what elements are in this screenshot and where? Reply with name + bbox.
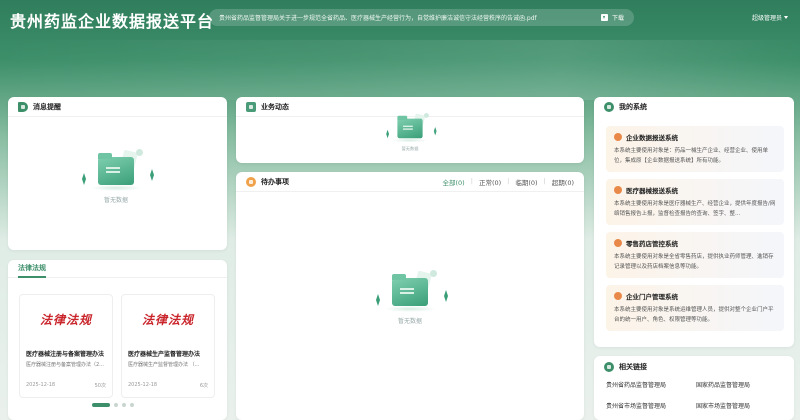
law-card[interactable]: 法律法规 医疗器械注册与备案管理办法 医疗器械注册与备案管理办法（2... 20… [19,294,113,398]
empty-text: 暂无数据 [401,146,419,152]
todo-title: 待办事项 [261,177,289,186]
system-desc: 本系统主要使用对象是医疗器械生产、经营企业，提供年度报告/网络销售报告上报，监督… [614,201,776,217]
messages-header: 消息提醒 [8,97,227,117]
user-menu[interactable]: 超级管理员 [752,13,789,22]
law-title: 医疗器械注册与备案管理办法 [26,351,105,358]
carousel-dot[interactable] [114,403,118,407]
link-gz-mpa[interactable]: 贵州省药品监督管理局 [606,380,696,389]
messages-panel: 消息提醒 暂无数据 [8,97,227,250]
law-banner: 法律法规 [141,312,194,327]
system-icon [614,186,622,194]
carousel-dot[interactable] [130,403,134,407]
notice-text[interactable]: 贵州省药品监督管理局关于进一步规范全省药品、医疗器械生产经营行为，自觉维护廉洁诚… [219,13,595,22]
law-date: 2025-12-18 [26,382,56,388]
law-views: 50次 [94,383,106,389]
filter-normal[interactable]: 正常(0) [479,177,501,187]
grid-icon [604,102,614,112]
empty-folder-icon [382,113,438,144]
filter-near-due[interactable]: 临期(0) [515,177,537,187]
empty-text: 暂无数据 [397,318,422,325]
header-decoration [0,40,800,100]
filter-overdue[interactable]: 超期(0) [552,177,574,187]
system-title: 企业数据报送系统 [614,132,776,142]
systems-header: 我的系统 [594,97,794,117]
tab-laws[interactable]: 法律法规 [18,260,46,278]
briefcase-icon [246,101,256,112]
messages-title: 消息提醒 [33,102,61,111]
law-subtitle: 医疗器械生产监督管理办法 （... [128,362,200,368]
laws-tabs: 法律法规 [8,260,227,278]
system-desc: 本系统主要使用对象是系统运维管理人员，提供对整个企业门户平台的统一用户、角色、权… [614,307,774,323]
top-bar: 贵州药监企业数据报送平台 贵州省药品监督管理局关于进一步规范全省药品、医疗器械生… [0,0,800,36]
link-nmpa[interactable]: 国家药品监督管理局 [696,380,786,389]
empty-text: 暂无数据 [103,197,128,204]
filter-all[interactable]: 全部(0) [443,177,465,187]
law-card[interactable]: 法律法规 医疗器械生产监督管理办法 医疗器械生产监督管理办法 （... 2025… [121,294,215,398]
system-desc: 本系统主要使用对象是：药品一械生产企业、经营企业、使用单位，集成原【企业数据报送… [614,148,769,164]
law-views: 6次 [199,383,208,389]
related-title: 相关链接 [619,363,647,371]
user-name: 超级管理员 [752,15,783,22]
todo-empty: 暂无数据 [370,270,450,325]
todo-filters: 全部(0) | 正常(0) | 临期(0) | 超期(0) [442,176,574,187]
chevron-down-icon [784,16,789,19]
related-header: 相关链接 [594,356,794,378]
system-card[interactable]: 企业数据报送系统 本系统主要使用对象是：药品一械生产企业、经营企业、使用单位，集… [606,126,784,172]
notice-bar[interactable]: 贵州省药品监督管理局关于进一步规范全省药品、医疗器械生产经营行为，自觉维护廉洁诚… [209,9,634,26]
link-samr[interactable]: 国家市场监督管理局 [696,401,786,410]
download-label: 下载 [611,15,624,22]
app-title: 贵州药监企业数据报送平台 [10,12,215,31]
system-title: 零售药店管控系统 [614,238,776,248]
system-card[interactable]: 医疗器械报送系统 本系统主要使用对象是医疗器械生产、经营企业，提供年度报告/网络… [606,179,784,225]
law-date: 2025-12-18 [128,382,158,388]
messages-empty: 暂无数据 [76,149,156,204]
carousel-dots [92,403,134,407]
empty-folder-icon [370,270,450,314]
system-icon [614,292,622,300]
system-card[interactable]: 零售药店管控系统 本系统主要使用对象是全省零售药店，提供执业药师管理、進销存记录… [606,232,784,278]
download-icon [600,14,608,21]
law-footer: 2025-12-18 50次 [26,382,106,389]
business-empty: 暂无数据 [382,113,438,152]
system-desc: 本系统主要使用对象是全省零售药店，提供执业药师管理、進销存记录管理以及药店档案信… [614,254,774,270]
related-links: 贵州省药品监督管理局 国家药品监督管理局 贵州省市场监督管理局 国家市场监督管理… [606,380,786,410]
todo-panel: 待办事项 全部(0) | 正常(0) | 临期(0) | 超期(0) 暂无数据 [236,172,584,420]
system-title: 医疗器械报送系统 [614,185,776,195]
clock-icon [246,176,256,187]
link-gz-samr[interactable]: 贵州省市场监督管理局 [606,401,696,410]
business-title: 业务动态 [261,102,289,111]
empty-folder-icon [76,149,156,193]
system-icon [614,239,622,247]
system-card[interactable]: 企业门户管理系统 本系统主要使用对象是系统运维管理人员，提供对整个企业门户平台的… [606,285,784,331]
download-button[interactable]: 下载 [600,13,624,22]
megaphone-icon [18,101,28,112]
todo-header: 待办事项 全部(0) | 正常(0) | 临期(0) | 超期(0) [236,172,584,192]
system-icon [614,133,622,141]
business-panel: 业务动态 暂无数据 [236,97,584,163]
law-title: 医疗器械生产监督管理办法 [128,351,201,358]
carousel-dot[interactable] [92,403,110,407]
law-subtitle: 医疗器械注册与备案管理办法（2... [26,362,104,368]
law-footer: 2025-12-18 6次 [128,382,208,389]
law-banner: 法律法规 [39,312,92,327]
link-icon [604,362,614,372]
system-title: 企业门户管理系统 [614,291,776,301]
systems-title: 我的系统 [619,103,647,111]
carousel-dot[interactable] [122,403,126,407]
